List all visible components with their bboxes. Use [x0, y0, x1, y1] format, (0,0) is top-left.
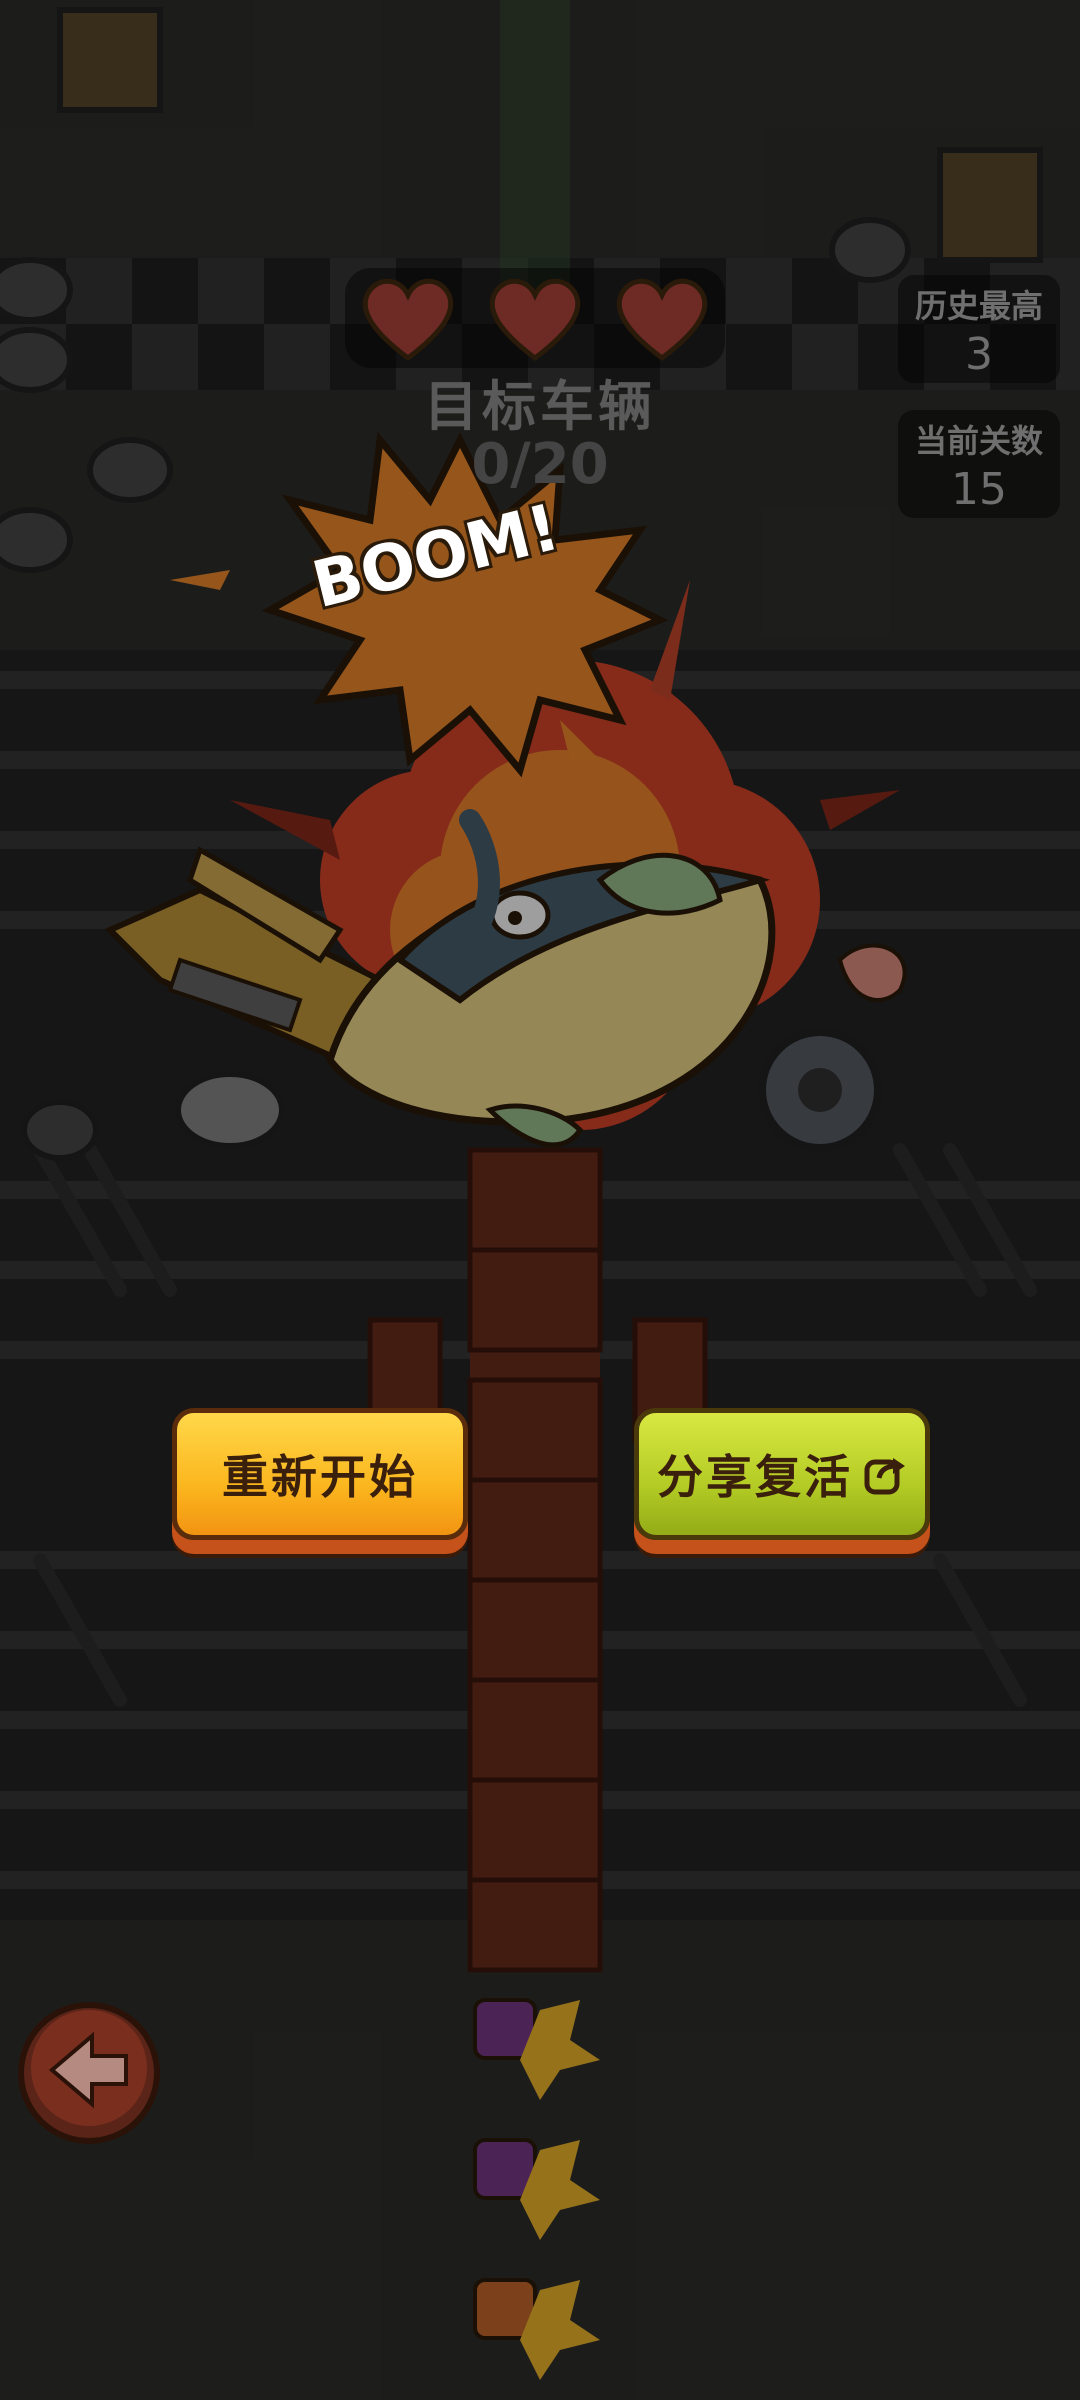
- restart-button[interactable]: 重新开始: [172, 1408, 468, 1540]
- restart-button-label: 重新开始: [222, 1450, 418, 1504]
- best-score-value: 3: [965, 329, 993, 380]
- heart-icon: [616, 278, 707, 362]
- best-score-label: 历史最高: [914, 287, 1043, 325]
- heart-icon: [489, 278, 581, 362]
- current-level-panel: 当前关数 15: [898, 410, 1060, 518]
- share-revive-button[interactable]: 分享复活: [634, 1408, 930, 1540]
- share-icon: [864, 1458, 905, 1495]
- lives-panel: [345, 268, 725, 368]
- current-level-value: 15: [951, 464, 1007, 515]
- back-arrow-icon[interactable]: [14, 1998, 164, 2148]
- current-level-label: 当前关数: [914, 422, 1043, 460]
- best-score-panel: 历史最高 3: [898, 275, 1060, 383]
- share-revive-button-label: 分享复活: [657, 1450, 853, 1504]
- heart-icon: [363, 278, 454, 362]
